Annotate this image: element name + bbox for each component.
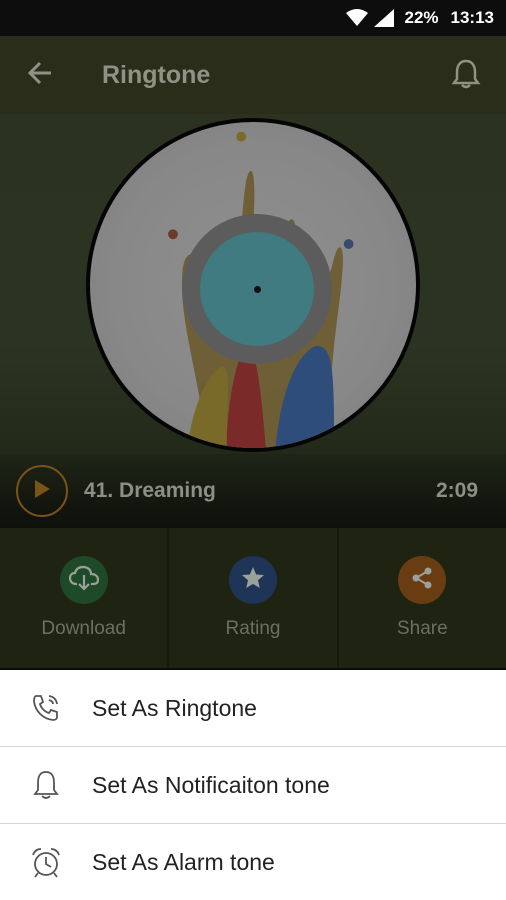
bell-icon — [0, 769, 92, 801]
app-bar: Ringtone — [0, 36, 506, 114]
wifi-icon — [346, 9, 369, 27]
action-label: Rating — [225, 618, 281, 639]
status-bar: 22% 13:13 — [0, 0, 506, 36]
action-label: Download — [41, 618, 126, 639]
track-title: 41. Dreaming — [84, 479, 216, 502]
option-label: Set As Alarm tone — [92, 849, 275, 875]
option-label: Set As Ringtone — [92, 694, 257, 721]
arrow-left-icon — [27, 60, 53, 91]
battery-percent: 22% — [404, 8, 439, 27]
action-circle-share — [398, 556, 447, 604]
player-row: 41. Dreaming 2:09 — [0, 454, 506, 528]
option-label: Set As Notificaiton tone — [92, 771, 330, 798]
page-title: Ringtone — [102, 60, 211, 89]
star-icon — [240, 565, 266, 596]
notification-button[interactable] — [444, 54, 488, 98]
bell-icon — [451, 58, 481, 95]
clock: 13:13 — [450, 8, 494, 27]
alarm-clock-icon — [0, 846, 92, 880]
cloud-download-icon — [68, 565, 99, 596]
rating-button[interactable]: Rating — [169, 528, 339, 668]
action-label: Share — [396, 618, 448, 639]
disc-hole — [253, 285, 261, 293]
back-button[interactable] — [0, 36, 80, 114]
set-as-alarm-option[interactable]: Set As Alarm tone — [0, 824, 506, 900]
share-icon — [409, 565, 435, 596]
action-circle-download — [59, 556, 108, 604]
disc-label — [182, 214, 332, 364]
download-button[interactable]: Download — [0, 528, 170, 668]
set-as-ringtone-option[interactable]: Set As Ringtone — [0, 670, 506, 747]
share-button[interactable]: Share — [339, 528, 506, 668]
track-duration: 2:09 — [435, 479, 478, 502]
signal-icon — [374, 9, 395, 27]
phone-ring-icon — [0, 692, 92, 724]
bottom-sheet: Set As Ringtone Set As Notificaiton tone… — [0, 670, 506, 900]
set-as-notification-option[interactable]: Set As Notificaiton tone — [0, 747, 506, 824]
vinyl-disc — [86, 118, 420, 452]
disc-center — [200, 232, 314, 346]
artwork-area: 41. Dreaming 2:09 — [0, 114, 506, 528]
play-button[interactable] — [16, 465, 68, 517]
action-bar: Download Rating Share — [0, 528, 506, 668]
action-circle-rating — [228, 556, 277, 604]
play-icon — [32, 478, 52, 505]
